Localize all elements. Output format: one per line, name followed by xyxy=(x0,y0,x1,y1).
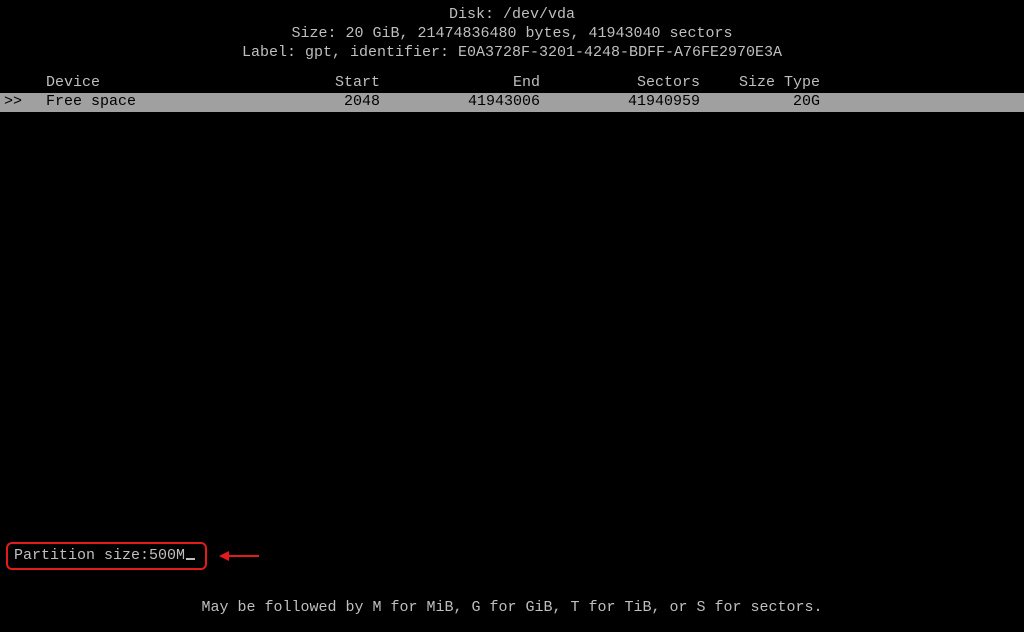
row-sectors: 41940959 xyxy=(540,93,700,112)
table-row[interactable]: >> Free space 2048 41943006 41940959 20G xyxy=(0,93,1024,112)
annotation-arrow-icon xyxy=(219,551,259,561)
cfdisk-screen: Disk: /dev/vda Size: 20 GiB, 21474836480… xyxy=(0,0,1024,632)
row-end: 41943006 xyxy=(380,93,540,112)
size-line: Size: 20 GiB, 21474836480 bytes, 4194304… xyxy=(0,25,1024,44)
row-marker: >> xyxy=(0,93,40,112)
row-start: 2048 xyxy=(260,93,380,112)
col-size-type: Size Type xyxy=(700,74,820,93)
col-sectors: Sectors xyxy=(540,74,700,93)
prompt-label: Partition size: xyxy=(14,547,149,566)
col-start: Start xyxy=(260,74,380,93)
prompt-value: 500M xyxy=(149,547,185,566)
partition-table: Device Start End Sectors Size Type >> Fr… xyxy=(0,74,1024,112)
partition-size-prompt: Partition size: 500M xyxy=(6,542,259,570)
size-hint: May be followed by M for MiB, G for GiB,… xyxy=(0,599,1024,618)
table-header: Device Start End Sectors Size Type xyxy=(0,74,1024,93)
label-line: Label: gpt, identifier: E0A3728F-3201-42… xyxy=(0,44,1024,63)
row-device: Free space xyxy=(40,93,260,112)
text-cursor xyxy=(186,558,195,560)
disk-line: Disk: /dev/vda xyxy=(0,6,1024,25)
col-end: End xyxy=(380,74,540,93)
col-device: Device xyxy=(40,74,260,93)
row-size: 20G xyxy=(700,93,820,112)
partition-size-input-box[interactable]: Partition size: 500M xyxy=(6,542,207,570)
